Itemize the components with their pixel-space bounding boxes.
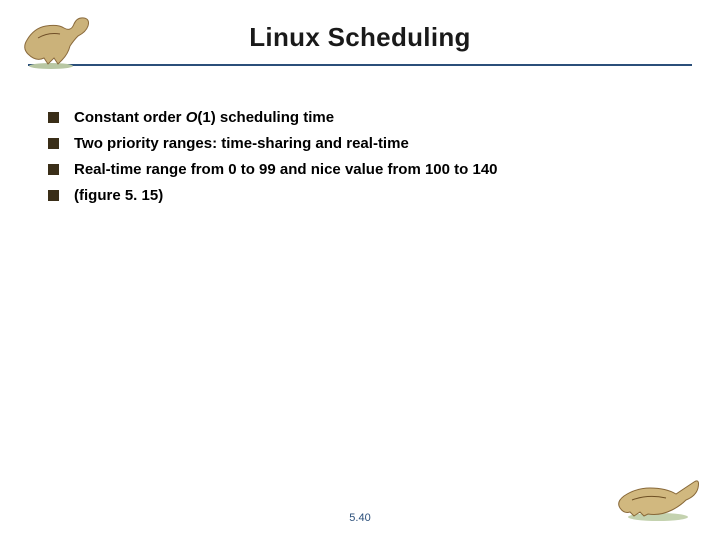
bullet-square-icon xyxy=(48,164,59,175)
dinosaur-top-icon xyxy=(18,14,98,70)
horizontal-rule xyxy=(28,64,692,66)
slide-header: Linux Scheduling xyxy=(0,22,720,74)
bullet-item: Real-time range from 0 to 99 and nice va… xyxy=(48,158,678,182)
bullet-item: Two priority ranges: time-sharing and re… xyxy=(48,132,678,156)
slide-body: Constant order O(1) scheduling time Two … xyxy=(48,106,678,210)
bullet-list: Constant order O(1) scheduling time Two … xyxy=(48,106,678,208)
bullet-text: Two priority ranges: time-sharing and re… xyxy=(74,135,409,152)
page-number: 5.40 xyxy=(0,512,720,524)
slide-title: Linux Scheduling xyxy=(0,22,720,53)
bullet-item: Constant order O(1) scheduling time xyxy=(48,106,678,130)
bullet-text: Constant order O(1) scheduling time xyxy=(74,109,334,126)
bullet-text: (figure 5. 15) xyxy=(74,187,163,204)
bullet-square-icon xyxy=(48,190,59,201)
slide: Linux Scheduling Constant order O(1) sch… xyxy=(0,0,720,540)
bullet-square-icon xyxy=(48,138,59,149)
bullet-text: Real-time range from 0 to 99 and nice va… xyxy=(74,161,498,178)
bullet-square-icon xyxy=(48,112,59,123)
bullet-item: (figure 5. 15) xyxy=(48,184,678,208)
